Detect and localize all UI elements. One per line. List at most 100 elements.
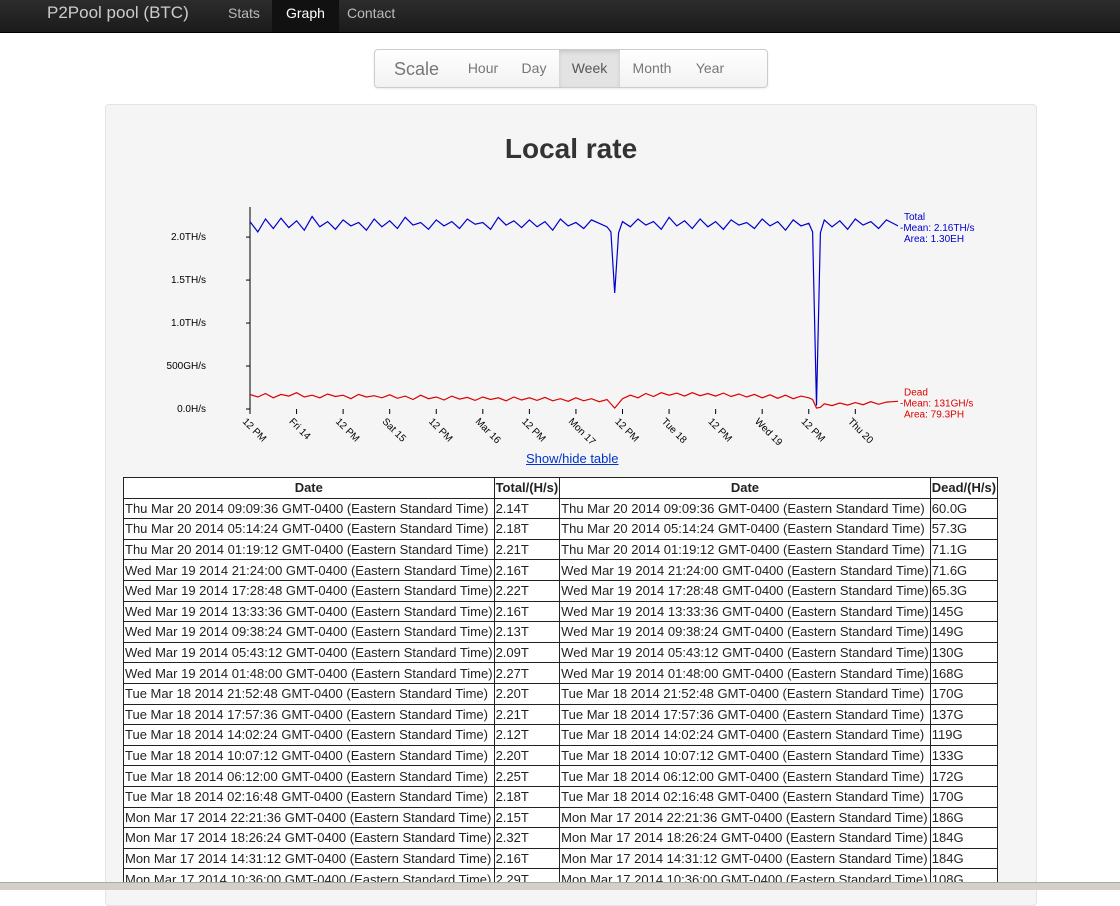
total-cell: 2.18T (493, 518, 561, 540)
date-cell: Mon Mar 17 2014 22:21:36 GMT-0400 (Easte… (123, 806, 495, 829)
date-cell: Mon Mar 17 2014 18:26:24 GMT-0400 (Easte… (559, 827, 931, 849)
total-cell: 2.18T (493, 785, 561, 808)
nav-contact[interactable]: Contact (333, 0, 409, 32)
series-label-dead: -Mean: 131GH/s (900, 398, 973, 409)
total-cell: 2.25T (493, 765, 561, 787)
table-row: Mon Mar 17 2014 14:31:12 GMT-0400 (Easte… (123, 847, 999, 870)
total-cell: 2.22T (493, 579, 561, 602)
table-row: Tue Mar 18 2014 06:12:00 GMT-0400 (Easte… (123, 765, 999, 787)
table-row: Wed Mar 19 2014 09:38:24 GMT-0400 (Easte… (123, 621, 999, 643)
total-cell: 2.32T (493, 827, 561, 849)
date-cell: Thu Mar 20 2014 01:19:12 GMT-0400 (Easte… (559, 538, 931, 561)
scale-hour-button[interactable]: Hour (457, 50, 509, 87)
y-tick-label: 0.0H/s (177, 404, 206, 415)
x-tick-label: Wed 19 (752, 416, 784, 448)
total-cell: 2.27T (493, 662, 561, 684)
scale-label: Scale (394, 59, 440, 79)
dead-cell: 172G (929, 765, 999, 787)
local-rate-chart: 0.0H/s 500GH/s 1.0TH/s 1.5TH/s 2.0TH/s 12 PM F… (167, 207, 974, 449)
date-cell: Thu Mar 20 2014 05:14:24 GMT-0400 (Easte… (123, 518, 495, 540)
date-cell: Tue Mar 18 2014 10:07:12 GMT-0400 (Easte… (123, 744, 495, 767)
date-cell: Wed Mar 19 2014 05:43:12 GMT-0400 (Easte… (123, 641, 495, 664)
total-cell: 2.14T (493, 497, 561, 520)
date-cell: Wed Mar 19 2014 01:48:00 GMT-0400 (Easte… (559, 662, 931, 684)
y-tick-label: 1.0TH/s (171, 318, 206, 329)
date-cell: Tue Mar 18 2014 14:02:24 GMT-0400 (Easte… (559, 724, 931, 746)
date-cell: Thu Mar 20 2014 05:14:24 GMT-0400 (Easte… (559, 518, 931, 540)
x-tick-label: 12 PM (612, 416, 640, 444)
date-cell: Tue Mar 18 2014 14:02:24 GMT-0400 (Easte… (123, 724, 495, 746)
scale-year-button[interactable]: Year (684, 50, 736, 87)
series-line-dead (249, 392, 899, 410)
nav-graph[interactable]: Graph (272, 0, 339, 32)
dead-column-header: Dead/(H/s) (929, 477, 999, 499)
date-cell: Wed Mar 19 2014 17:28:48 GMT-0400 (Easte… (123, 579, 495, 602)
date-cell: Tue Mar 18 2014 06:12:00 GMT-0400 (Easte… (559, 765, 931, 787)
dead-cell: 149G (929, 621, 999, 643)
date-cell: Wed Mar 19 2014 01:48:00 GMT-0400 (Easte… (123, 662, 495, 684)
table-row: Thu Mar 20 2014 05:14:24 GMT-0400 (Easte… (123, 518, 999, 540)
brand-link[interactable]: P2Pool pool (BTC) (47, 3, 189, 23)
table-row: Thu Mar 20 2014 01:19:12 GMT-0400 (Easte… (123, 538, 999, 561)
x-tick-label: 12 PM (706, 416, 734, 444)
date-column-header: Date (123, 477, 495, 499)
table-row: Wed Mar 19 2014 13:33:36 GMT-0400 (Easte… (123, 600, 999, 623)
total-cell: 2.15T (493, 806, 561, 829)
dead-cell: 71.1G (929, 538, 999, 561)
date-cell: Tue Mar 18 2014 02:16:48 GMT-0400 (Easte… (123, 785, 495, 808)
scale-day-button[interactable]: Day (509, 50, 559, 87)
date-cell: Tue Mar 18 2014 02:16:48 GMT-0400 (Easte… (559, 785, 931, 808)
table-row: Mon Mar 17 2014 22:21:36 GMT-0400 (Easte… (123, 806, 999, 829)
table-row: Thu Mar 20 2014 09:09:36 GMT-0400 (Easte… (123, 497, 999, 520)
table-row: Tue Mar 18 2014 21:52:48 GMT-0400 (Easte… (123, 682, 999, 705)
x-tick-label: Fri 14 (286, 416, 312, 442)
y-tick-label: 1.5TH/s (171, 275, 206, 286)
dead-cell: 170G (929, 682, 999, 705)
x-tick-label: Mar 16 (473, 416, 503, 446)
y-tick-label: 500GH/s (167, 361, 206, 372)
dead-cell: 65.3G (929, 579, 999, 602)
total-cell: 2.16T (493, 559, 561, 581)
date-column-header: Date (559, 477, 931, 499)
date-cell: Tue Mar 18 2014 17:57:36 GMT-0400 (Easte… (123, 703, 495, 726)
date-cell: Wed Mar 19 2014 21:24:00 GMT-0400 (Easte… (559, 559, 931, 581)
x-tick-label: 12 PM (426, 416, 454, 444)
x-tick-label: Thu 20 (845, 416, 875, 446)
date-cell: Thu Mar 20 2014 09:09:36 GMT-0400 (Easte… (559, 497, 931, 520)
date-cell: Tue Mar 18 2014 17:57:36 GMT-0400 (Easte… (559, 703, 931, 726)
dead-cell: 57.3G (929, 518, 999, 540)
scale-selector: Scale Hour Day Week Month Year (374, 49, 768, 88)
series-label-dead: Area: 79.3PH (904, 409, 964, 420)
scale-week-button[interactable]: Week (559, 50, 620, 87)
date-cell: Thu Mar 20 2014 01:19:12 GMT-0400 (Easte… (123, 538, 495, 561)
date-cell: Wed Mar 19 2014 17:28:48 GMT-0400 (Easte… (559, 579, 931, 602)
total-column-header: Total/(H/s) (493, 477, 561, 499)
dead-cell: 133G (929, 744, 999, 767)
total-cell: 2.16T (493, 600, 561, 623)
total-cell: 2.13T (493, 621, 561, 643)
date-cell: Mon Mar 17 2014 14:31:12 GMT-0400 (Easte… (123, 847, 495, 870)
x-tick-label: Sat 15 (380, 416, 409, 445)
date-cell: Mon Mar 17 2014 14:31:12 GMT-0400 (Easte… (559, 847, 931, 870)
table-row: Mon Mar 17 2014 18:26:24 GMT-0400 (Easte… (123, 827, 999, 849)
nav-stats[interactable]: Stats (214, 0, 274, 32)
dead-cell: 137G (929, 703, 999, 726)
table-row: Tue Mar 18 2014 14:02:24 GMT-0400 (Easte… (123, 724, 999, 746)
data-table: Date Total/(H/s) Date Dead/(H/s) Thu Mar… (123, 477, 999, 890)
table-row: Wed Mar 19 2014 05:43:12 GMT-0400 (Easte… (123, 641, 999, 664)
dead-cell: 71.6G (929, 559, 999, 581)
table-row: Wed Mar 19 2014 17:28:48 GMT-0400 (Easte… (123, 579, 999, 602)
date-cell: Wed Mar 19 2014 13:33:36 GMT-0400 (Easte… (123, 600, 495, 623)
scale-month-button[interactable]: Month (620, 50, 684, 87)
total-cell: 2.20T (493, 682, 561, 705)
dead-cell: 60.0G (929, 497, 999, 520)
series-line-total (249, 215, 899, 406)
series-label-total: Total (904, 212, 925, 223)
total-cell: 2.09T (493, 641, 561, 664)
top-navbar: P2Pool pool (BTC) Stats Graph Contact (0, 0, 1120, 33)
date-cell: Wed Mar 19 2014 05:43:12 GMT-0400 (Easte… (559, 641, 931, 664)
date-cell: Wed Mar 19 2014 09:38:24 GMT-0400 (Easte… (559, 621, 931, 643)
dead-cell: 130G (929, 641, 999, 664)
show-hide-table-link[interactable]: Show/hide table (526, 451, 619, 466)
x-tick-label: 12 PM (240, 416, 268, 444)
